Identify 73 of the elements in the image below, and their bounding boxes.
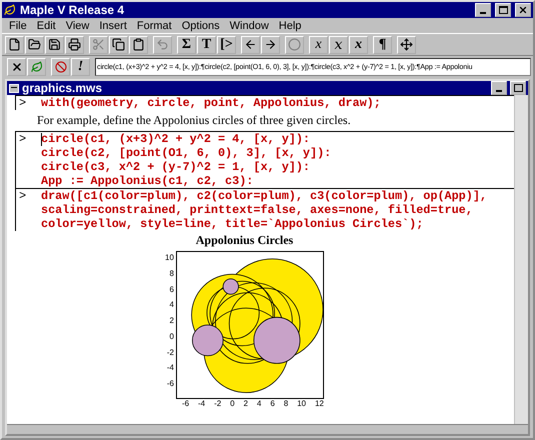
- toolbar-button[interactable]: Σ: [177, 36, 196, 54]
- toolbar-button[interactable]: x: [349, 36, 368, 54]
- tick-label: 10: [297, 400, 306, 408]
- window-title: Maple V Release 4: [20, 3, 126, 17]
- toolbar-button[interactable]: x: [309, 36, 328, 54]
- maximize-icon: [514, 84, 522, 92]
- maple-leaf-icon: [4, 4, 16, 16]
- menu-item[interactable]: View: [60, 20, 94, 32]
- minimize-button[interactable]: [475, 3, 491, 17]
- no-entry-icon[interactable]: [51, 58, 70, 76]
- tick-label: 2: [244, 400, 248, 408]
- leaf-icon[interactable]: [27, 58, 46, 76]
- toolbar-icon[interactable]: [109, 36, 128, 54]
- toolbar-icon[interactable]: [65, 36, 84, 54]
- minimize-button[interactable]: [491, 81, 507, 95]
- tick-label: 4: [256, 400, 262, 408]
- tick-label: 10: [165, 254, 174, 262]
- code-line: circle(c1, (x+3)^2 + y^2 = 4, [x, y]):: [41, 132, 312, 146]
- menu-item[interactable]: Window: [224, 20, 274, 32]
- code-line: App := Appolonius(c1, c2, c3):: [41, 174, 254, 188]
- toolbar-icon[interactable]: [5, 36, 24, 54]
- tick-label: 2: [168, 317, 174, 325]
- scroll-bar[interactable]: [514, 95, 528, 424]
- tick-label: -2: [166, 348, 174, 356]
- toolbar-icon[interactable]: [397, 36, 416, 54]
- code-line: draw([c1(color=plum), c2(color=plum), c3(color=plum), op(App)],: [41, 189, 487, 203]
- toolbar-icon[interactable]: [241, 36, 260, 54]
- document-title: graphics.mws: [22, 81, 104, 95]
- tick-label: -2: [214, 400, 222, 408]
- paragraph: For example, define the Appolonius circles of three given circles.: [36, 112, 352, 129]
- menu-item[interactable]: File: [4, 20, 32, 32]
- close-icon[interactable]: [7, 58, 26, 76]
- tick-label: 6: [270, 400, 275, 408]
- exclamation-button[interactable]: !: [71, 58, 90, 76]
- tick-label: 6: [168, 286, 174, 294]
- maximize-button[interactable]: [495, 3, 511, 17]
- toolbar-button[interactable]: x: [329, 36, 348, 54]
- tick-label: 12: [314, 400, 324, 408]
- prompt: >: [18, 132, 28, 148]
- prompt: >: [18, 96, 28, 110]
- menu-item[interactable]: Help: [274, 20, 306, 32]
- toolbar-button[interactable]: [>: [217, 36, 236, 54]
- menu-item[interactable]: Format: [132, 20, 177, 32]
- document-icon: [9, 84, 19, 92]
- maximize-icon: [498, 6, 508, 14]
- toolbar-icon[interactable]: [261, 36, 280, 54]
- tick-label: -4: [166, 364, 174, 372]
- code-line: with(geometry, circle, point, Appolonius, draw);: [41, 96, 381, 110]
- tick-label: -4: [198, 400, 206, 408]
- code-line: color=yellow, style=line, title=`Appolonius Circles`);: [41, 217, 424, 231]
- menu-item[interactable]: Options: [176, 20, 225, 32]
- toolbar-icon[interactable]: [129, 36, 148, 54]
- toolbar-button[interactable]: T: [197, 36, 216, 54]
- toolbar-icon[interactable]: [45, 36, 64, 54]
- tick-label: 0: [168, 332, 174, 341]
- tick-label: -6: [182, 400, 190, 408]
- plot-title: Appolonius Circles: [196, 233, 294, 248]
- tick-label: 0: [230, 400, 235, 408]
- toolbar-button[interactable]: ¶: [373, 36, 392, 54]
- code-line: circle(c3, x^2 + (y-7)^2 = 1, [x, y]):: [41, 160, 312, 174]
- tick-label: -6: [166, 380, 174, 388]
- close-button[interactable]: [515, 3, 531, 17]
- menu-item[interactable]: Insert: [94, 20, 132, 32]
- menu-item[interactable]: Edit: [32, 20, 61, 32]
- close-icon: [518, 5, 528, 15]
- tick-label: 8: [284, 400, 288, 408]
- prompt: >: [18, 189, 28, 205]
- maximize-button[interactable]: [510, 81, 526, 95]
- toolbar-icon[interactable]: [25, 36, 44, 54]
- code-line: circle(c2, [point(O1, 6, 0), 3], [x, y]):: [41, 146, 332, 160]
- tick-label: 8: [168, 270, 174, 278]
- code-line: scaling=constrained, printtext=false, axes=none, filled=true,: [41, 203, 474, 217]
- tick-label: 4: [168, 301, 174, 310]
